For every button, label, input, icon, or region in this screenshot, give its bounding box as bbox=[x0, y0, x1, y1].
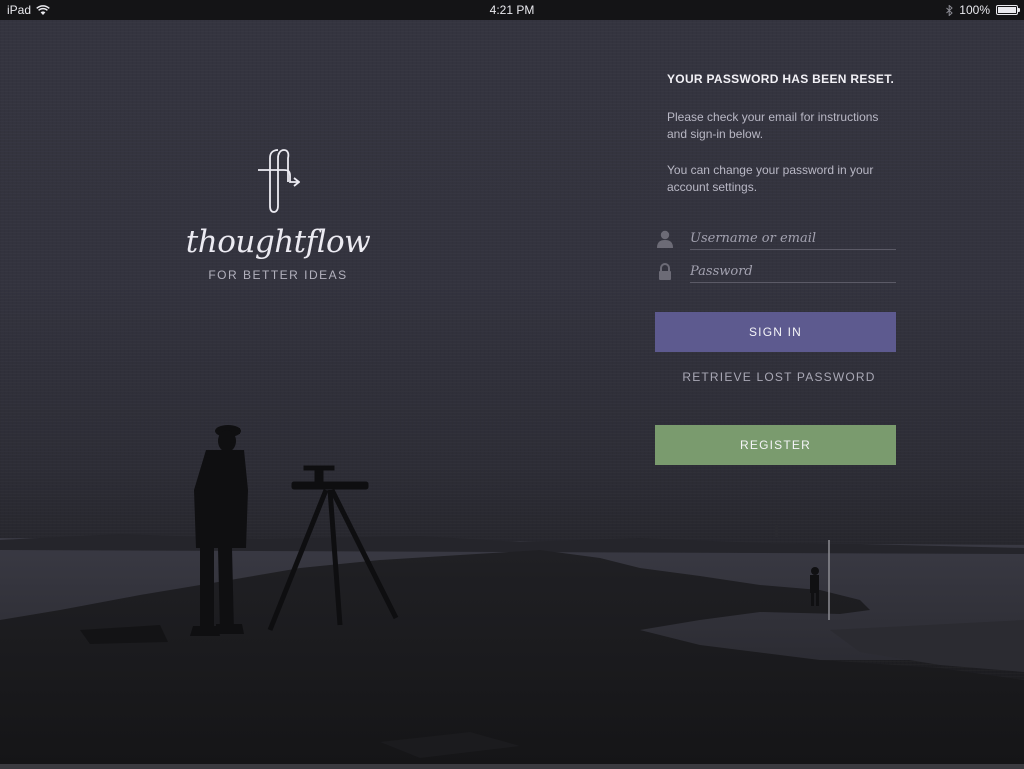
password-input[interactable] bbox=[690, 261, 896, 283]
register-button[interactable]: REGISTER bbox=[655, 425, 896, 465]
username-field bbox=[655, 228, 896, 252]
battery-percent: 100% bbox=[959, 3, 990, 17]
signin-button[interactable]: SIGN IN bbox=[655, 312, 896, 352]
thoughtflow-logo-icon bbox=[258, 149, 300, 213]
settings-message: You can change your password in your acc… bbox=[667, 163, 874, 194]
brand-block: thoughtflow FOR BETTER IDEAS bbox=[178, 148, 378, 282]
user-icon bbox=[657, 230, 673, 248]
username-input[interactable] bbox=[690, 228, 896, 250]
status-bar: iPad 4:21 PM 100% bbox=[0, 0, 1024, 20]
battery-icon bbox=[996, 5, 1020, 15]
bluetooth-icon bbox=[946, 4, 954, 16]
app-name: thoughtflow bbox=[185, 224, 371, 260]
reset-message: Please check your email for instructions… bbox=[667, 110, 879, 141]
lock-icon bbox=[659, 263, 671, 280]
app-tagline: FOR BETTER IDEAS bbox=[208, 268, 348, 282]
bottom-edge bbox=[0, 764, 1024, 769]
clock: 4:21 PM bbox=[489, 3, 535, 17]
retrieve-password-link[interactable]: RETRIEVE LOST PASSWORD bbox=[655, 370, 903, 384]
reset-heading: YOUR PASSWORD HAS BEEN RESET. bbox=[667, 72, 895, 86]
password-field bbox=[655, 261, 896, 285]
